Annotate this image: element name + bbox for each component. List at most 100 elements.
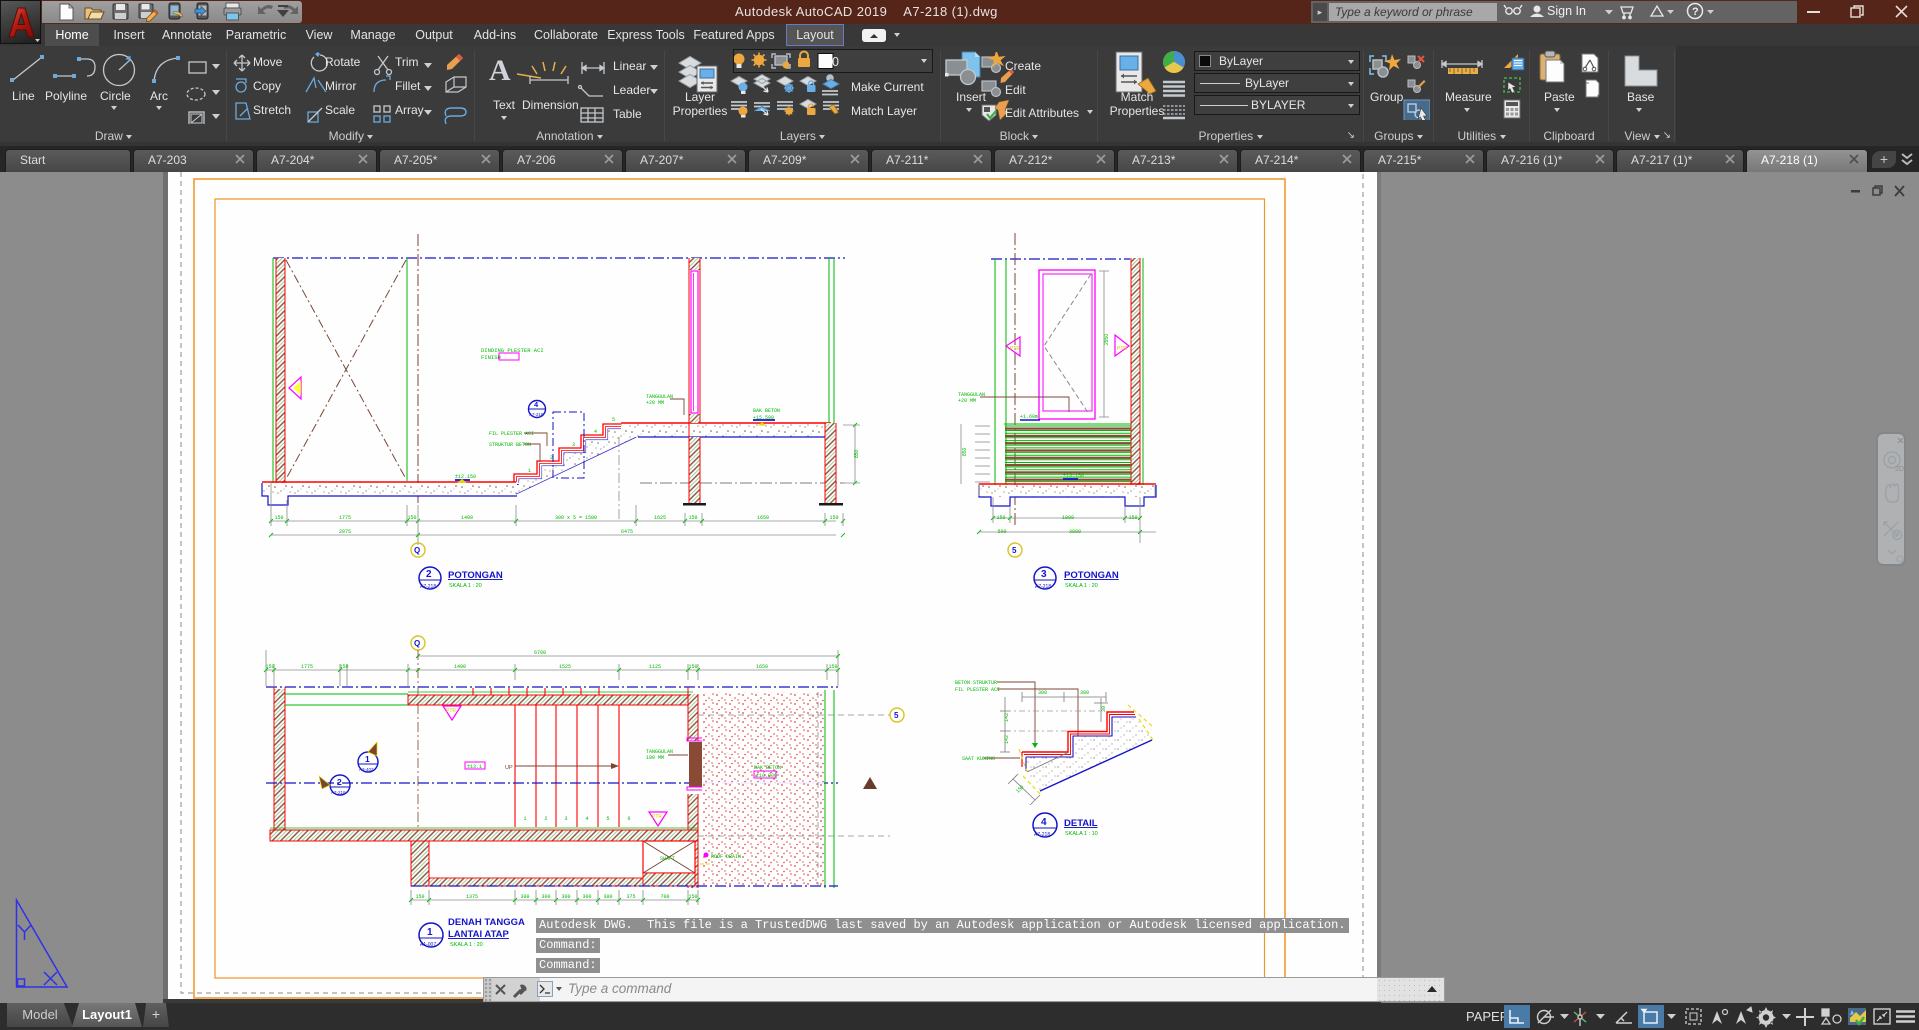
svg-text:1800: 1800	[1062, 515, 1074, 521]
svg-text:1: 1	[427, 927, 433, 938]
svg-text:1: 1	[365, 754, 370, 764]
svg-text:BETON STRUKTUR: BETON STRUKTUR	[955, 680, 997, 686]
svg-text:A3-402: A3-402	[359, 767, 374, 772]
svg-text:850: 850	[962, 447, 968, 456]
svg-text:BAK BETON: BAK BETON	[753, 408, 780, 414]
svg-text:PTR: PTR	[446, 708, 456, 714]
svg-text:2950: 2950	[1104, 334, 1110, 345]
svg-text:100 MM: 100 MM	[646, 755, 664, 761]
svg-text:150: 150	[829, 515, 838, 521]
svg-text:+20 MM: +20 MM	[958, 398, 976, 404]
svg-text:300: 300	[1038, 690, 1047, 696]
svg-text:4: 4	[594, 429, 597, 435]
svg-text:150: 150	[1015, 784, 1025, 794]
svg-text:1775: 1775	[339, 515, 351, 521]
svg-text:150: 150	[688, 894, 697, 900]
svg-text:4: 4	[534, 400, 539, 409]
svg-text:300: 300	[582, 894, 591, 900]
svg-text:6700: 6700	[534, 650, 546, 656]
svg-text:1400: 1400	[461, 515, 473, 521]
svg-text:5: 5	[606, 816, 609, 822]
svg-text:300: 300	[561, 894, 570, 900]
svg-text:0: 0	[832, 55, 839, 69]
svg-text:A: A	[489, 54, 511, 87]
svg-text:2075: 2075	[339, 529, 351, 535]
svg-text:Q: Q	[414, 546, 420, 555]
svg-text:SKALA 1 : 20: SKALA 1 : 20	[449, 583, 482, 589]
svg-text:142: 142	[1004, 713, 1010, 722]
svg-text:30: 30	[1101, 706, 1107, 712]
svg-text:1650: 1650	[756, 664, 768, 670]
svg-text:150: 150	[407, 515, 416, 521]
svg-text:5: 5	[612, 417, 615, 423]
svg-text:300: 300	[1080, 690, 1089, 696]
svg-text:A7-218: A7-218	[420, 584, 436, 590]
svg-text:300: 300	[520, 894, 529, 900]
svg-text:850: 850	[854, 449, 860, 458]
svg-text:5: 5	[894, 711, 899, 720]
svg-text:?: ?	[1692, 6, 1699, 18]
svg-text:6: 6	[627, 816, 630, 822]
svg-text:2: 2	[337, 777, 342, 787]
svg-text:5: 5	[1012, 546, 1017, 555]
svg-text:150: 150	[415, 894, 424, 900]
svg-text:4: 4	[585, 816, 588, 822]
svg-text:1125: 1125	[649, 664, 661, 670]
svg-text:300: 300	[603, 894, 612, 900]
svg-text:A7-218: A7-218	[331, 790, 346, 795]
svg-text:A7-218: A7-218	[529, 412, 544, 417]
svg-text:3: 3	[1041, 569, 1047, 580]
svg-text:SKALA 1 : 20: SKALA 1 : 20	[1065, 583, 1098, 589]
svg-text:±10.000: ±10.000	[756, 773, 777, 779]
svg-text:FIL PLESTER ACI: FIL PLESTER ACI	[489, 431, 534, 437]
svg-text:1625: 1625	[654, 515, 666, 521]
svg-text:6475: 6475	[621, 529, 633, 535]
svg-text:PTR: PTR	[1010, 346, 1020, 352]
svg-text:300: 300	[541, 894, 550, 900]
svg-text:3800: 3800	[1069, 529, 1081, 535]
svg-text:1775: 1775	[301, 664, 313, 670]
svg-text:142: 142	[1004, 735, 1010, 744]
svg-text:+1.60m: +1.60m	[1020, 414, 1038, 420]
svg-text:1: 1	[523, 816, 526, 822]
svg-text:PTR: PTR	[652, 814, 662, 820]
svg-text:ROOF DRAIN: ROOF DRAIN	[711, 854, 741, 860]
svg-text:BAK BETON: BAK BETON	[754, 765, 781, 771]
svg-text:500: 500	[997, 529, 1006, 535]
svg-text:+20 MM: +20 MM	[646, 400, 664, 406]
svg-text:SHAFT: SHAFT	[660, 856, 675, 862]
svg-text:1375: 1375	[466, 894, 478, 900]
svg-text:PTR: PTR	[1117, 346, 1127, 352]
svg-text:1525: 1525	[559, 664, 571, 670]
svg-text:A1-007: A1-007	[420, 942, 436, 948]
svg-text:150: 150	[1128, 515, 1137, 521]
svg-text:375: 375	[626, 894, 635, 900]
svg-text:SKALA 1 : 10: SKALA 1 : 10	[1065, 831, 1098, 837]
svg-text:3: 3	[572, 442, 575, 448]
svg-text:±13.1: ±13.1	[467, 764, 482, 770]
svg-text:POTONGAN: POTONGAN	[448, 570, 503, 581]
svg-text:150: 150	[688, 664, 697, 670]
svg-text:A7-218: A7-218	[1035, 584, 1051, 590]
svg-text:300 x 5 = 1500: 300 x 5 = 1500	[555, 515, 597, 521]
svg-text:POTONGAN: POTONGAN	[1064, 570, 1119, 581]
svg-text:150: 150	[274, 515, 283, 521]
svg-text:150: 150	[265, 664, 274, 670]
svg-text:1650: 1650	[757, 515, 769, 521]
svg-text:FINISH: FINISH	[481, 354, 501, 361]
svg-text:2D: 2D	[1895, 466, 1904, 473]
svg-text:1: 1	[528, 468, 531, 474]
svg-text:FIL PLESTER ACI: FIL PLESTER ACI	[955, 687, 1000, 693]
svg-text:A7-218: A7-218	[1034, 832, 1050, 838]
svg-text:3: 3	[564, 816, 567, 822]
svg-text:700: 700	[660, 894, 669, 900]
svg-text:SKALA 1 : 20: SKALA 1 : 20	[450, 942, 483, 948]
svg-text:2: 2	[426, 569, 432, 580]
svg-text:150: 150	[339, 664, 348, 670]
svg-text:DETAIL: DETAIL	[1064, 818, 1098, 829]
svg-text:Q: Q	[414, 639, 420, 648]
svg-text:STRUKTUR BETON: STRUKTUR BETON	[489, 442, 531, 448]
svg-text:2: 2	[544, 816, 547, 822]
svg-text:150: 150	[828, 664, 837, 670]
svg-text:Sign In: Sign In	[1547, 4, 1586, 18]
